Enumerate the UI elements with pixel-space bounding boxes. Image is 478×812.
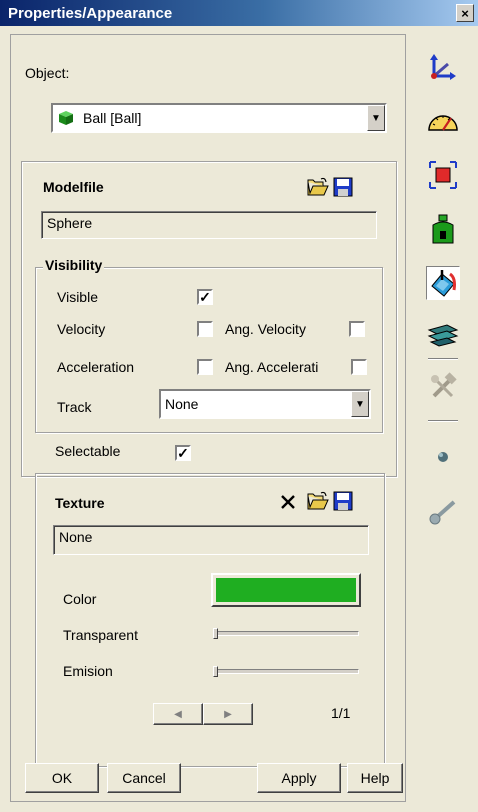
emission-label: Emision — [63, 663, 113, 679]
transparent-slider-thumb[interactable] — [213, 628, 218, 639]
help-button[interactable]: Help — [347, 763, 403, 793]
chevron-down-icon: ▼ — [355, 398, 365, 410]
ok-button-label: OK — [51, 770, 73, 786]
weight-icon[interactable] — [426, 212, 460, 246]
clear-x-icon[interactable] — [279, 493, 297, 511]
window-title: Properties/Appearance — [8, 4, 173, 22]
page-indicator: 1/1 — [331, 705, 351, 721]
object-select-value: Ball [Ball] — [83, 110, 142, 126]
track-label: Track — [57, 399, 92, 415]
cancel-button-label: Cancel — [122, 770, 166, 786]
transparent-slider-track[interactable] — [213, 631, 359, 636]
acceleration-label: Acceleration — [57, 359, 135, 375]
object-select-arrow[interactable]: ▼ — [367, 105, 385, 131]
texture-value: None — [59, 529, 93, 545]
apply-button[interactable]: Apply — [257, 763, 341, 793]
cancel-button[interactable]: Cancel — [107, 763, 181, 793]
color-label: Color — [63, 591, 97, 607]
texture-title: Texture — [55, 495, 105, 511]
emission-slider-track[interactable] — [213, 669, 359, 674]
next-page-button[interactable]: ▶ — [203, 703, 253, 725]
check-icon: ✓ — [177, 445, 189, 461]
texture-field[interactable]: None — [53, 525, 369, 555]
selectable-label: Selectable — [55, 443, 121, 459]
visible-checkbox[interactable]: ✓ — [197, 289, 213, 305]
save-disk-icon[interactable] — [333, 491, 353, 511]
check-icon: ✓ — [199, 289, 211, 305]
toolbar-separator — [428, 420, 458, 422]
apply-button-label: Apply — [281, 770, 317, 786]
link-icon[interactable] — [426, 494, 460, 528]
track-select-arrow[interactable]: ▼ — [351, 391, 369, 417]
emission-slider-thumb[interactable] — [213, 666, 218, 677]
modelfile-title: Modelfile — [43, 179, 104, 195]
visible-label: Visible — [57, 289, 98, 305]
arrow-right-icon: ▶ — [224, 708, 232, 720]
ang-velocity-label: Ang. Velocity — [225, 321, 306, 337]
acceleration-checkbox[interactable] — [197, 359, 213, 375]
prev-page-button[interactable]: ◀ — [153, 703, 203, 725]
toolbar-separator — [428, 358, 458, 360]
tools-icon[interactable] — [426, 370, 460, 404]
selectable-checkbox[interactable]: ✓ — [175, 445, 191, 461]
transparent-label: Transparent — [63, 627, 138, 643]
right-toolbar — [412, 34, 474, 802]
object-label: Object: — [25, 65, 70, 81]
appearance-paint-icon[interactable] — [426, 266, 460, 300]
modelfile-value: Sphere — [47, 215, 93, 231]
close-icon: × — [461, 5, 469, 21]
visibility-title: Visibility — [43, 257, 105, 273]
velocity-label: Velocity — [57, 321, 106, 337]
window-titlebar: Properties/Appearance × — [0, 0, 478, 26]
cube-icon — [59, 111, 73, 125]
velocity-checkbox[interactable] — [197, 321, 213, 337]
ang-acceleration-label: Ang. Accelerati — [225, 359, 319, 375]
ok-button[interactable]: OK — [25, 763, 99, 793]
close-button[interactable]: × — [456, 4, 474, 22]
axes-icon[interactable] — [426, 50, 460, 84]
save-disk-icon[interactable] — [333, 177, 353, 197]
speedometer-icon[interactable] — [426, 104, 460, 138]
modelfile-field[interactable]: Sphere — [41, 211, 377, 239]
help-button-label: Help — [360, 770, 390, 786]
track-select[interactable]: None ▼ — [159, 389, 371, 419]
properties-panel: Object: Ball [Ball] ▼ Modelfile Sphere V… — [10, 34, 406, 802]
layers-icon[interactable] — [426, 318, 460, 352]
track-select-value: None — [165, 396, 199, 412]
ang-acceleration-checkbox[interactable] — [351, 359, 367, 375]
ang-velocity-checkbox[interactable] — [349, 321, 365, 337]
point-icon[interactable] — [426, 440, 460, 474]
arrow-left-icon: ◀ — [174, 708, 182, 720]
color-swatch-button[interactable] — [211, 573, 361, 607]
open-folder-icon[interactable] — [307, 491, 329, 511]
object-select[interactable]: Ball [Ball] ▼ — [51, 103, 387, 133]
open-folder-icon[interactable] — [307, 177, 329, 197]
chevron-down-icon: ▼ — [371, 112, 381, 124]
bounding-box-icon[interactable] — [426, 158, 460, 192]
